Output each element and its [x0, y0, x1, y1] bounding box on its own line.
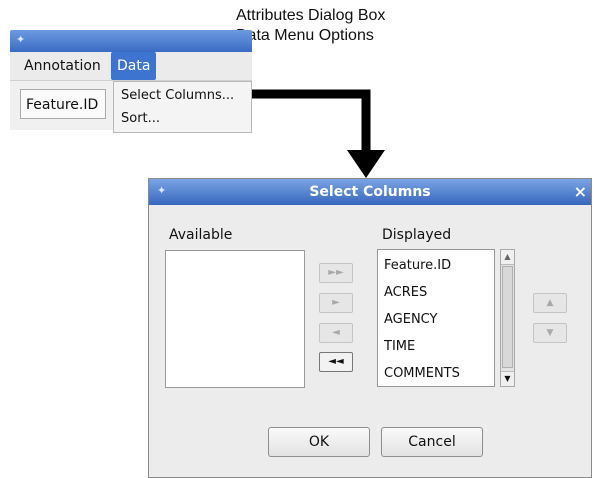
select-columns-dialog: ✦ Select Columns × Available Displayed F…: [148, 178, 592, 478]
list-item[interactable]: TIME: [384, 337, 415, 357]
scroll-down-icon[interactable]: ▼: [501, 371, 514, 386]
dialog-title-bar: ✦ Select Columns ×: [149, 179, 591, 205]
window-icon: ✦: [157, 184, 167, 197]
attributes-dialog-snippet: ✦ Annotation Data Feature.ID Select Colu…: [10, 30, 252, 133]
add-icon: ►: [332, 297, 340, 308]
list-item[interactable]: AGENCY: [384, 310, 437, 330]
menu-item-select-columns[interactable]: Select Columns...: [121, 85, 234, 107]
dialog-title: Select Columns: [309, 184, 431, 200]
move-up-icon: ▲: [546, 298, 554, 308]
menu-bar: Annotation Data: [10, 52, 252, 81]
menu-annotation[interactable]: Annotation: [18, 52, 107, 80]
attributes-title-bar: ✦: [10, 30, 252, 52]
remove-all-button[interactable]: ◄◄: [319, 352, 353, 372]
list-item[interactable]: ACRES: [384, 283, 427, 303]
column-header-feature-id[interactable]: Feature.ID: [20, 89, 106, 119]
scrollbar-thumb[interactable]: [502, 266, 513, 368]
displayed-label: Displayed: [382, 227, 452, 243]
remove-icon: ◄: [332, 327, 340, 338]
close-icon[interactable]: ×: [574, 179, 587, 205]
data-menu-dropdown: Select Columns... Sort...: [113, 81, 252, 133]
displayed-list-scrollbar[interactable]: ▲ ▼: [500, 249, 515, 387]
displayed-list[interactable]: Feature.ID ACRES AGENCY TIME COMMENTS: [377, 249, 495, 387]
window-icon: ✦: [16, 33, 26, 46]
move-up-button[interactable]: ▲: [533, 293, 567, 313]
available-list[interactable]: [165, 250, 305, 388]
scroll-up-icon[interactable]: ▲: [501, 250, 514, 265]
callout-annotation: Attributes Dialog Box Data Menu Options: [236, 6, 385, 46]
flow-arrow: [252, 89, 371, 150]
callout-line-2: Data Menu Options: [236, 27, 374, 44]
remove-button[interactable]: ◄: [319, 323, 353, 343]
add-all-button[interactable]: ►►: [319, 263, 353, 283]
callout-line-1: Attributes Dialog Box: [236, 7, 386, 24]
available-label: Available: [169, 227, 233, 243]
menu-data[interactable]: Data: [111, 52, 157, 80]
move-down-button[interactable]: ▼: [533, 323, 567, 343]
ok-button[interactable]: OK: [268, 427, 370, 457]
remove-all-icon: ◄◄: [328, 356, 344, 367]
flow-arrow-head: [347, 150, 385, 178]
list-item[interactable]: COMMENTS: [384, 364, 460, 384]
move-down-icon: ▼: [546, 328, 554, 338]
cancel-button[interactable]: Cancel: [381, 427, 483, 457]
list-item[interactable]: Feature.ID: [384, 256, 451, 276]
attributes-table-area: Feature.ID: [10, 81, 113, 130]
menu-item-sort[interactable]: Sort...: [121, 108, 160, 130]
add-button[interactable]: ►: [319, 293, 353, 313]
add-all-icon: ►►: [328, 267, 344, 278]
